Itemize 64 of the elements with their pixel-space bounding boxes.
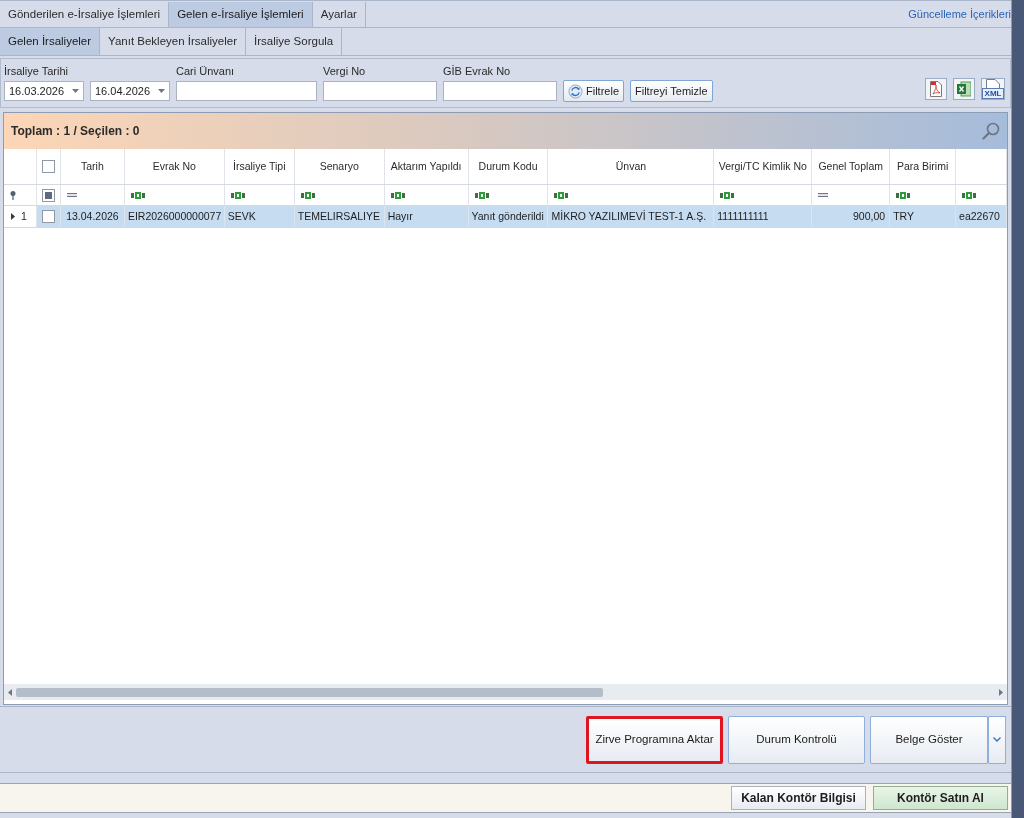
clear-filter-button[interactable]: Filtreyi Temizle bbox=[630, 80, 713, 102]
field-label: Vergi No bbox=[323, 65, 367, 78]
tab[interactable]: Gelen İrsaliyeler bbox=[0, 28, 101, 55]
date-field[interactable]: 16.03.2026 bbox=[4, 81, 84, 101]
text-filter-icon bbox=[130, 191, 145, 199]
equals-filter-icon bbox=[66, 193, 77, 197]
table-cell: Hayır bbox=[384, 206, 469, 227]
table-cell: MİKRO YAZILIMEVİ TEST-1 A.Ş. bbox=[548, 206, 715, 227]
dropdown-arrow-icon bbox=[72, 89, 79, 93]
summary-text: Toplam : 1 / Seçilen : 0 bbox=[11, 123, 140, 140]
field-label: GİB Evrak No bbox=[443, 65, 512, 78]
pin-icon bbox=[10, 190, 16, 200]
equals-filter-icon bbox=[818, 193, 829, 197]
table-cell: EIR2026000000077 bbox=[124, 206, 225, 227]
input-field[interactable] bbox=[443, 81, 557, 101]
filter-button[interactable]: Filtrele bbox=[563, 80, 624, 102]
input-field[interactable] bbox=[323, 81, 437, 101]
text-filter-icon bbox=[962, 191, 977, 199]
dropdown-arrow-icon bbox=[158, 89, 165, 93]
document-icon bbox=[986, 79, 1000, 88]
row-checkbox[interactable] bbox=[41, 210, 55, 223]
updates-link[interactable]: Güncelleme İçerikleri bbox=[908, 6, 1011, 23]
field-label: Cari Ünvanı bbox=[176, 65, 236, 78]
table-cell: TEMELIRSALIYE bbox=[294, 206, 385, 227]
xml-file-button[interactable]: XML bbox=[981, 78, 1005, 100]
buy-credits-button[interactable]: Kontör Satın Al bbox=[873, 786, 1008, 810]
credit-info-button[interactable]: Kalan Kontör Bilgisi bbox=[731, 786, 866, 810]
text-filter-icon bbox=[554, 191, 569, 199]
tab[interactable]: Gelen e-İrsaliye İşlemleri bbox=[169, 2, 313, 27]
table-cell: 1111111111 bbox=[714, 206, 813, 227]
text-filter-icon bbox=[720, 191, 735, 199]
chevron-down-icon bbox=[993, 737, 1001, 742]
scroll-right-icon[interactable] bbox=[999, 688, 1003, 696]
spreadsheet-file-button[interactable] bbox=[953, 78, 975, 100]
search-icon[interactable] bbox=[982, 122, 1000, 140]
action-button[interactable]: Belge Göster bbox=[870, 715, 988, 764]
text-filter-icon bbox=[230, 191, 245, 199]
pdf-document-icon bbox=[930, 81, 942, 97]
pdf-file-button[interactable] bbox=[925, 78, 947, 100]
table-cell: ea22670 bbox=[956, 206, 1007, 227]
table-cell: SEVK bbox=[224, 206, 295, 227]
table-cell: 13.04.2026 bbox=[60, 206, 125, 227]
field-label: İrsaliye Tarihi bbox=[4, 65, 69, 78]
input-field[interactable] bbox=[176, 81, 317, 101]
spreadsheet-icon bbox=[957, 81, 971, 97]
table-cell: TRY bbox=[890, 206, 957, 227]
select-all-checkbox[interactable] bbox=[41, 160, 55, 173]
scroll-left-icon[interactable] bbox=[8, 688, 12, 696]
refresh-icon bbox=[568, 83, 583, 99]
table-cell: Yanıt gönderildi bbox=[468, 206, 549, 227]
filter-checkbox[interactable] bbox=[41, 188, 55, 202]
action-button[interactable]: Zirve Programına Aktar bbox=[586, 715, 723, 764]
text-filter-icon bbox=[300, 191, 315, 199]
text-filter-icon bbox=[896, 191, 911, 199]
row-number: 1 bbox=[21, 208, 27, 224]
scrollbar-thumb[interactable] bbox=[16, 687, 603, 697]
dropdown-button[interactable] bbox=[988, 715, 1006, 764]
text-filter-icon bbox=[474, 191, 489, 199]
table-cell: 900,00 bbox=[812, 206, 891, 227]
action-button[interactable]: Durum Kontrolü bbox=[728, 715, 865, 764]
table-row[interactable]: 1 13.04.2026 EIR2026000000077 SEVK TEMELIRSALIYE Hayır Yanıt gönderildi MİKRO YAZILIMEVİ TEST-1 A.Ş. 1111111111 900,00 TRY ea22670 bbox=[4, 206, 1007, 228]
horizontal-scrollbar[interactable] bbox=[4, 684, 1007, 700]
date-field[interactable]: 16.04.2026 bbox=[90, 81, 170, 101]
text-filter-icon bbox=[390, 191, 405, 199]
